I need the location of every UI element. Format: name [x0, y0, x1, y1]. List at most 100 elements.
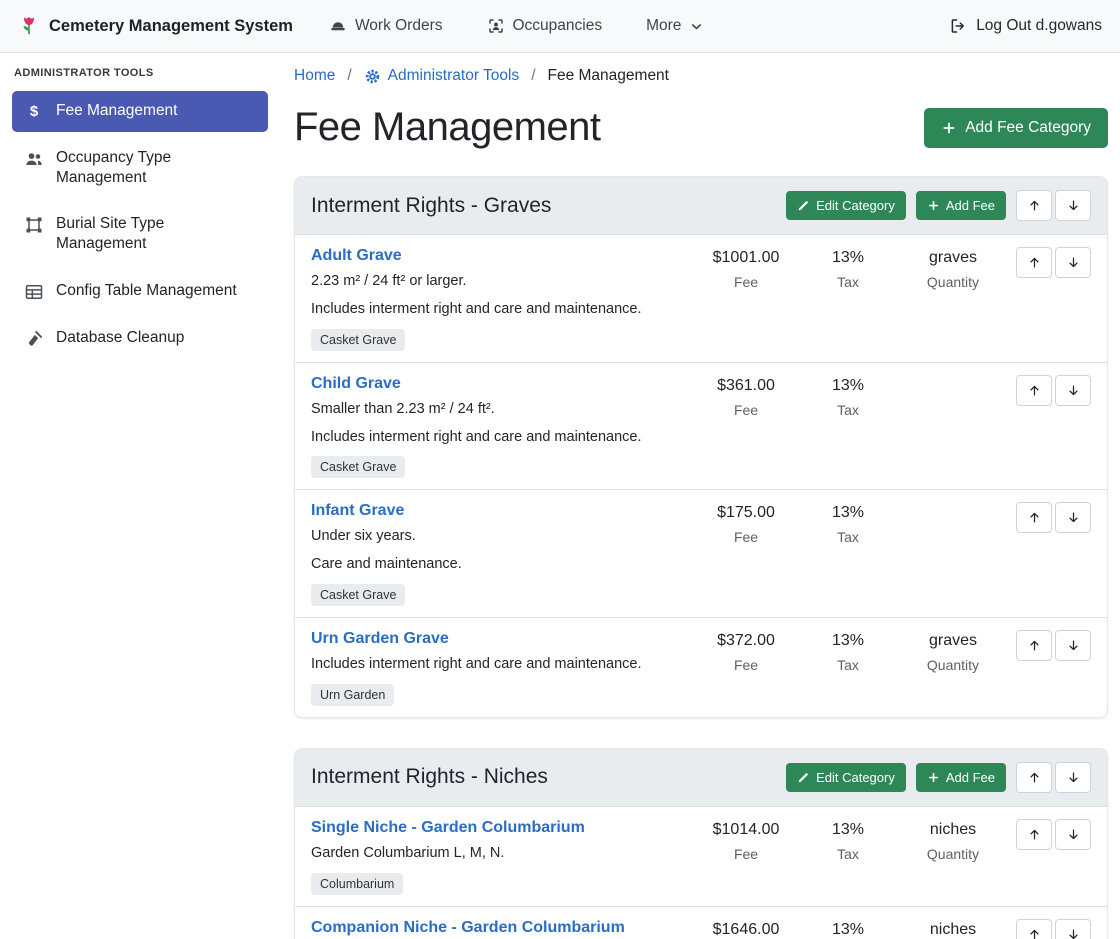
fee-quantity-label: Quantity [898, 846, 1008, 862]
fee-description: Care and maintenance. [311, 555, 684, 574]
nav-work-orders[interactable]: Work Orders [329, 17, 443, 35]
fee-category-card: Interment Rights - Graves Edit Category … [294, 176, 1108, 718]
category-reorder [1016, 190, 1091, 221]
breadcrumb-admin-label: Administrator Tools [388, 67, 520, 85]
fee-amount: $175.00 [694, 504, 798, 522]
fee-amount: $1014.00 [694, 821, 798, 839]
fee-row: Companion Niche - Garden Columbarium Gar… [295, 906, 1107, 939]
category-actions: Edit Category Add Fee [786, 190, 1091, 221]
move-category-down-button[interactable] [1055, 190, 1091, 221]
move-fee-down-button[interactable] [1055, 375, 1091, 406]
fee-reorder [1016, 502, 1091, 533]
arrow-up-icon [1027, 927, 1042, 939]
fee-description: Garden Columbarium L, M, N. [311, 844, 684, 863]
plus-icon [927, 199, 940, 212]
fee-tax-label: Tax [798, 529, 898, 545]
pencil-icon [797, 199, 810, 212]
fee-tax: 13% [798, 821, 898, 839]
sidebar-item-database-cleanup[interactable]: Database Cleanup [12, 318, 268, 359]
move-fee-up-button[interactable] [1016, 375, 1052, 406]
category-actions: Edit Category Add Fee [786, 762, 1091, 793]
edit-category-button[interactable]: Edit Category [786, 191, 906, 220]
fee-info: Companion Niche - Garden Columbarium Gar… [311, 919, 694, 939]
arrow-up-icon [1027, 510, 1042, 525]
primary-nav: Work Orders Occupancies More [329, 17, 705, 35]
fee-badge: Casket Grave [311, 456, 405, 478]
app-title: Cemetery Management System [49, 17, 293, 36]
sidebar-item-fee-management[interactable]: $ Fee Management [12, 91, 268, 132]
move-category-down-button[interactable] [1055, 762, 1091, 793]
move-fee-up-button[interactable] [1016, 247, 1052, 278]
fee-name-link[interactable]: Child Grave [311, 375, 401, 393]
move-fee-up-button[interactable] [1016, 819, 1052, 850]
arrow-down-icon [1066, 638, 1081, 653]
move-category-up-button[interactable] [1016, 190, 1052, 221]
breadcrumb-home[interactable]: Home [294, 67, 335, 85]
fee-info: Urn Garden Grave Includes interment righ… [311, 630, 694, 706]
fee-badge: Columbarium [311, 873, 403, 895]
fee-amount-label: Fee [694, 402, 798, 418]
fee-description: 2.23 m² / 24 ft² or larger. [311, 272, 684, 291]
sidebar-heading: ADMINISTRATOR TOOLS [14, 67, 266, 79]
add-fee-category-button[interactable]: Add Fee Category [924, 108, 1108, 148]
plus-icon [927, 771, 940, 784]
move-category-up-button[interactable] [1016, 762, 1052, 793]
fee-reorder [1016, 375, 1091, 406]
move-fee-up-button[interactable] [1016, 502, 1052, 533]
fee-row: Urn Garden Grave Includes interment righ… [295, 617, 1107, 717]
edit-category-button[interactable]: Edit Category [786, 763, 906, 792]
move-fee-up-button[interactable] [1016, 919, 1052, 939]
fee-tax: 13% [798, 921, 898, 939]
fee-quantity: graves [898, 249, 1008, 267]
fee-tax: 13% [798, 377, 898, 395]
fee-quantity: niches [898, 821, 1008, 839]
category-title: Interment Rights - Niches [311, 765, 548, 789]
sidebar-item-config-table-management[interactable]: Config Table Management [12, 271, 268, 312]
add-fee-button[interactable]: Add Fee [916, 763, 1006, 792]
fee-name-link[interactable]: Infant Grave [311, 502, 404, 520]
fee-quantity-label: Quantity [898, 274, 1008, 290]
move-fee-down-button[interactable] [1055, 502, 1091, 533]
logout-icon [949, 17, 967, 35]
fee-amount-column: $175.00 Fee [694, 502, 798, 545]
arrow-up-icon [1027, 255, 1042, 270]
move-fee-down-button[interactable] [1055, 247, 1091, 278]
add-fee-button[interactable]: Add Fee [916, 191, 1006, 220]
arrow-up-icon [1027, 383, 1042, 398]
top-navbar: Cemetery Management System Work Orders O… [0, 0, 1120, 53]
fee-name-link[interactable]: Companion Niche - Garden Columbarium [311, 919, 625, 937]
breadcrumb-separator: / [347, 67, 351, 85]
fee-quantity: niches [898, 921, 1008, 939]
logout-link[interactable]: Log Out d.gowans [949, 17, 1102, 35]
move-fee-up-button[interactable] [1016, 630, 1052, 661]
table-icon [24, 282, 44, 302]
fee-name-link[interactable]: Urn Garden Grave [311, 630, 449, 648]
breadcrumb-admin-tools[interactable]: Administrator Tools [364, 67, 520, 85]
fee-quantity-column: graves Quantity [898, 630, 1008, 673]
fee-info: Adult Grave 2.23 m² / 24 ft² or larger. … [311, 247, 694, 351]
nav-more[interactable]: More [646, 17, 704, 35]
sidebar-item-occupancy-type-management[interactable]: Occupancy Type Management [12, 138, 268, 198]
fee-list: Adult Grave 2.23 m² / 24 ft² or larger. … [295, 235, 1107, 717]
sidebar-item-burial-site-type-management[interactable]: Burial Site Type Management [12, 204, 268, 264]
fee-reorder [1016, 247, 1091, 278]
fee-name-link[interactable]: Single Niche - Garden Columbarium [311, 819, 585, 837]
move-fee-down-button[interactable] [1055, 630, 1091, 661]
move-fee-down-button[interactable] [1055, 919, 1091, 939]
nav-occupancies[interactable]: Occupancies [487, 17, 603, 35]
main-content: Home / Administrator Tools / Fee Managem… [280, 53, 1120, 939]
dollar-icon: $ [24, 102, 44, 122]
breadcrumb-current: Fee Management [548, 67, 670, 85]
fee-tax: 13% [798, 632, 898, 650]
fee-info: Infant Grave Under six years. Care and m… [311, 502, 694, 606]
fee-quantity: graves [898, 632, 1008, 650]
app-brand[interactable]: Cemetery Management System [18, 15, 293, 37]
broom-icon [24, 329, 44, 349]
fee-quantity-label: Quantity [898, 657, 1008, 673]
fee-description: Under six years. [311, 527, 684, 546]
fee-name-link[interactable]: Adult Grave [311, 247, 402, 265]
move-fee-down-button[interactable] [1055, 819, 1091, 850]
fee-amount-label: Fee [694, 846, 798, 862]
fee-amount-label: Fee [694, 657, 798, 673]
fee-row: Infant Grave Under six years. Care and m… [295, 489, 1107, 617]
